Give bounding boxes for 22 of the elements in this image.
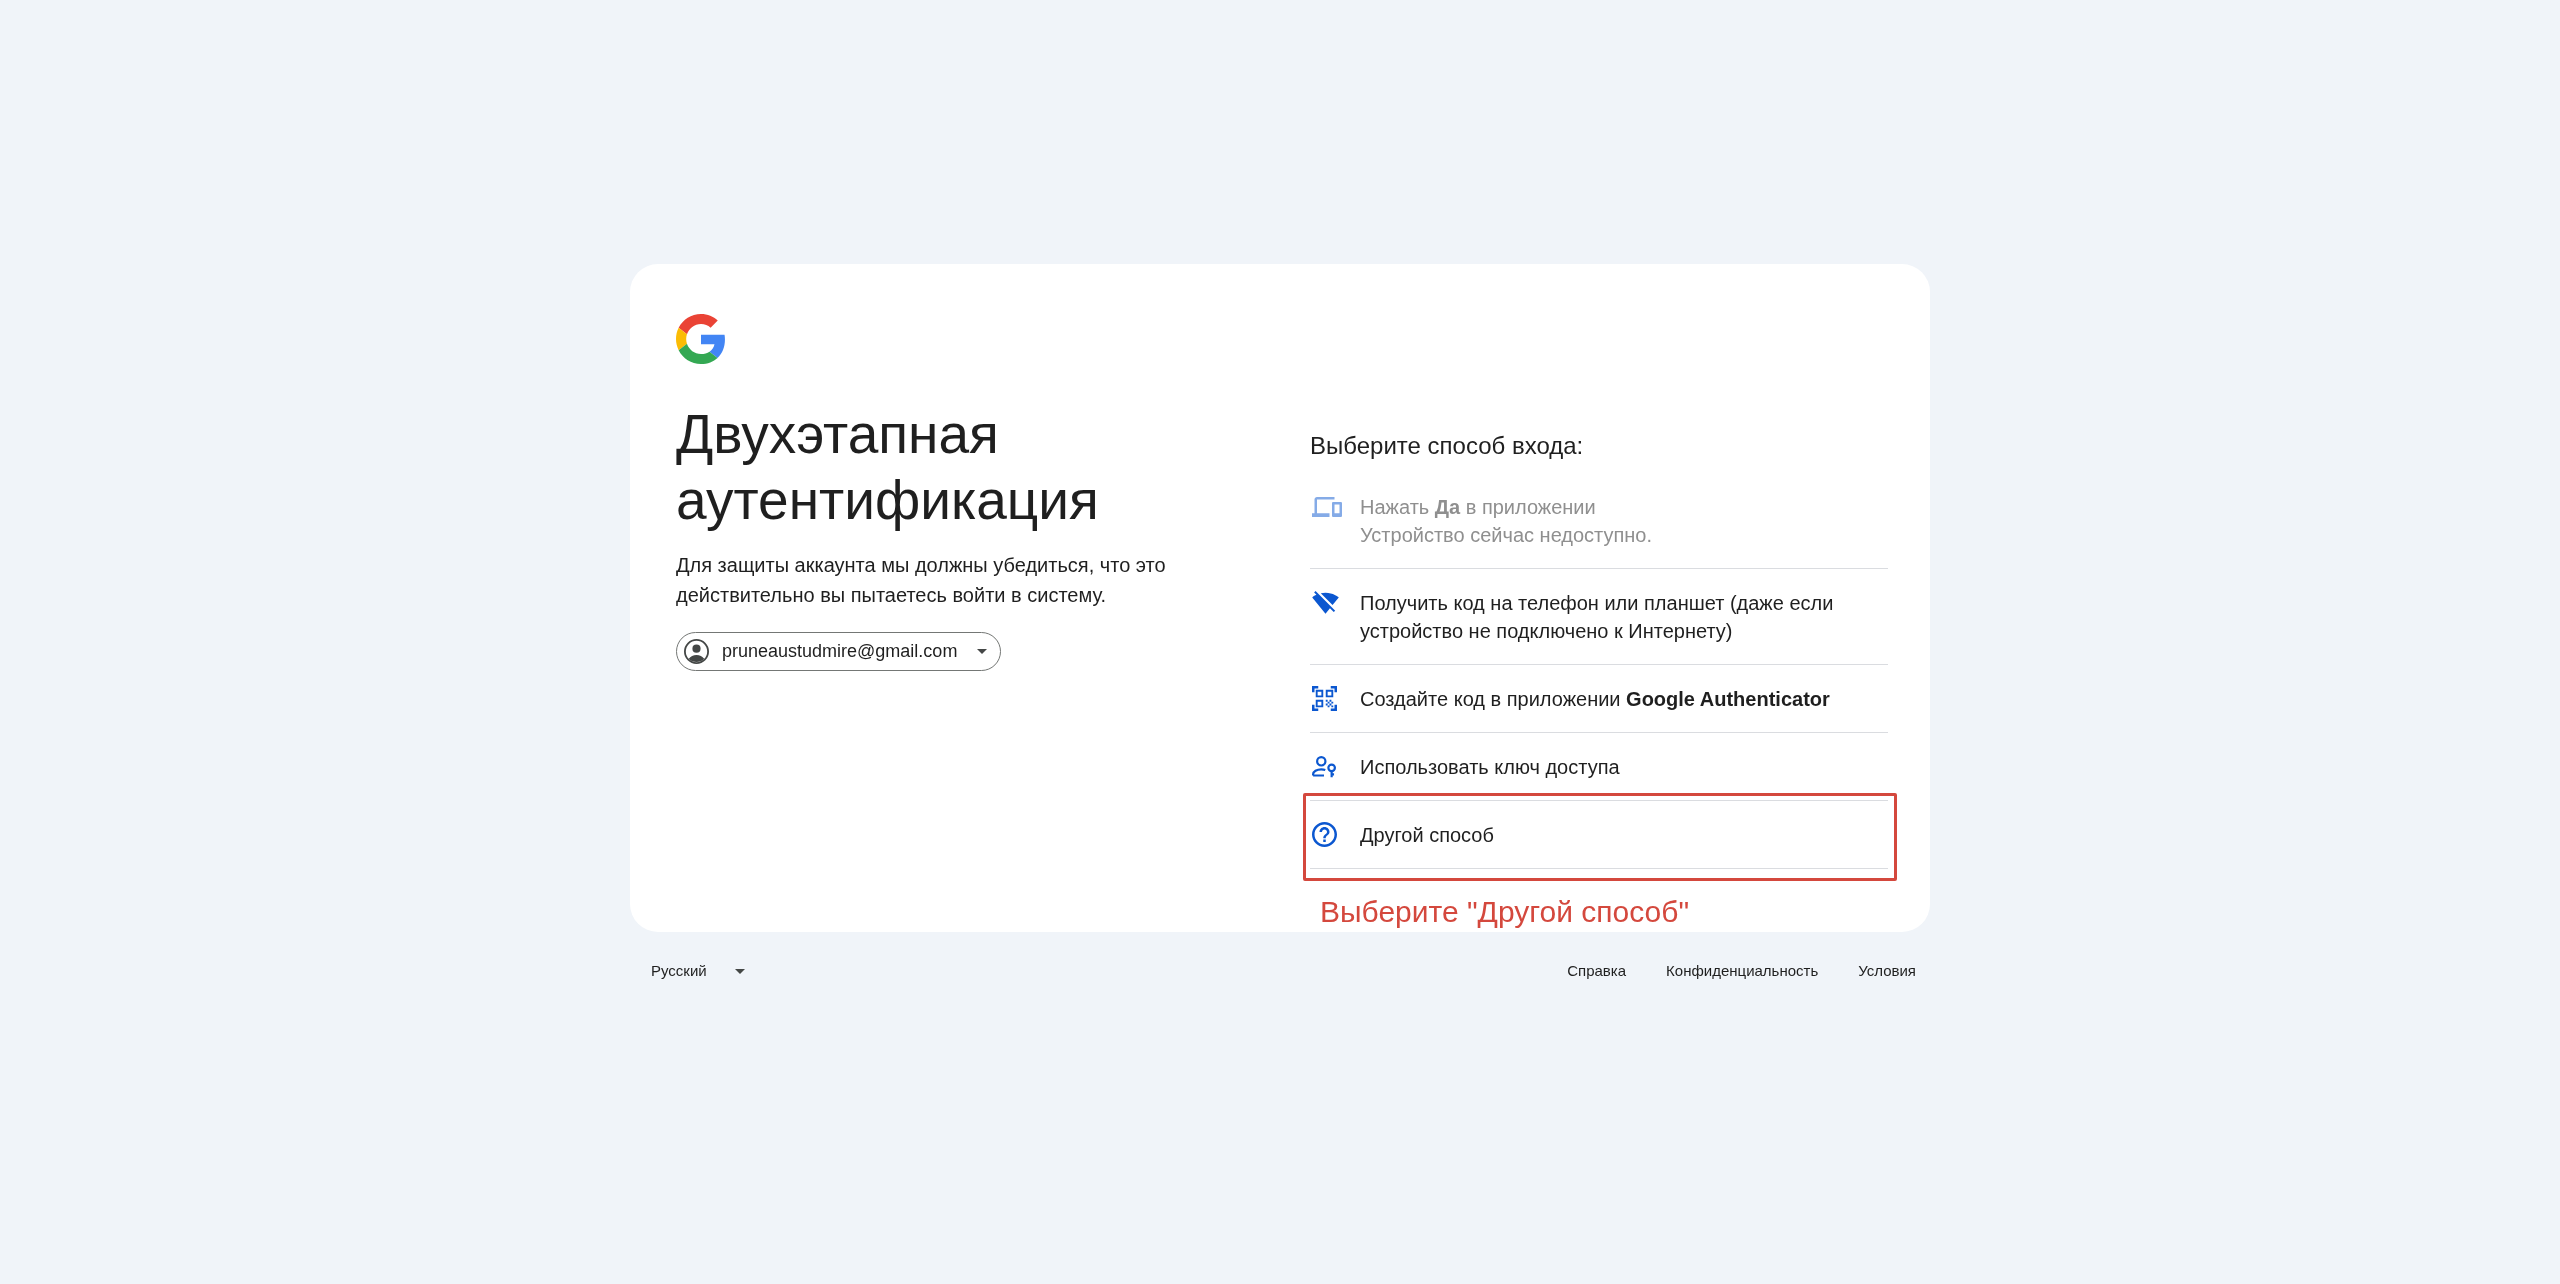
qr-code-icon bbox=[1312, 686, 1337, 711]
footer-link[interactable]: Конфиденциальность bbox=[1666, 958, 1819, 984]
options-heading: Выберите способ входа: bbox=[1310, 431, 1585, 461]
person-key-icon bbox=[1312, 755, 1336, 778]
caret-icon bbox=[734, 968, 745, 974]
caret-icon bbox=[977, 649, 988, 654]
sign-in-option[interactable]: Другой способ bbox=[1310, 801, 1888, 869]
sign-in-option[interactable]: Получить код на телефон или планшет (даже если устройство не подключено к Интернету) bbox=[1310, 569, 1888, 665]
language-selector[interactable]: Русский bbox=[643, 958, 753, 984]
avatar-icon bbox=[684, 639, 709, 664]
sign-in-option[interactable]: Создайте код в приложении Google Authenticator bbox=[1310, 665, 1888, 733]
account-chip[interactable]: pruneaustudmire@gmail.com bbox=[676, 632, 1002, 671]
g-logo bbox=[676, 314, 726, 364]
description-text: Для защиты аккаунта мы должны убедиться, что это действительно вы пытаетесь войти в систему. bbox=[676, 553, 1167, 608]
wifi-off-icon bbox=[1312, 591, 1339, 614]
help-icon bbox=[1312, 822, 1337, 847]
footer-link[interactable]: Условия bbox=[1858, 958, 1916, 984]
page-title: Двухэтапная аутентификация bbox=[676, 402, 1100, 533]
laptop-phone-icon bbox=[1312, 496, 1342, 517]
footer-link[interactable]: Справка bbox=[1567, 958, 1627, 984]
annotation-text: Выберите "Другой способ" bbox=[1320, 894, 1691, 930]
sign-in-option[interactable]: Использовать ключ доступа bbox=[1310, 733, 1888, 801]
